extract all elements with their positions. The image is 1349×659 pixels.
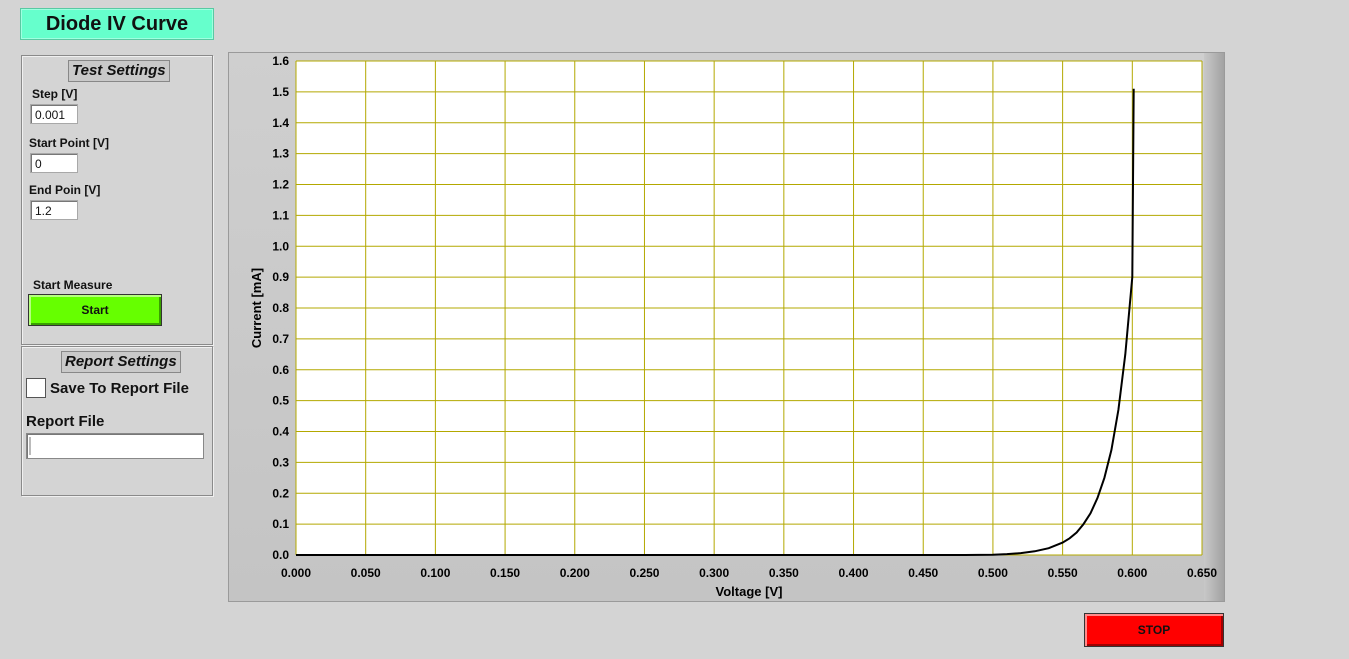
y-tick-label: 0.5 <box>272 394 289 408</box>
y-tick-label: 0.2 <box>272 486 289 500</box>
x-tick-label: 0.150 <box>490 566 520 580</box>
x-axis-label: Voltage [V] <box>716 584 783 599</box>
x-tick-label: 0.000 <box>281 566 311 580</box>
y-tick-label: 0.7 <box>272 332 289 346</box>
y-tick-label: 0.9 <box>272 270 289 284</box>
y-tick-label: 1.6 <box>272 54 289 68</box>
y-tick-label: 1.2 <box>272 178 289 192</box>
y-tick-label: 0.1 <box>272 517 289 531</box>
y-tick-label: 1.4 <box>272 116 289 130</box>
y-tick-label: 0.3 <box>272 455 289 469</box>
y-axis-label: Current [mA] <box>249 268 264 348</box>
x-tick-label: 0.500 <box>978 566 1008 580</box>
iv-curve-chart: 0.000 0.050 0.100 0.150 0.200 0.250 0.300 0.350… <box>249 54 1217 599</box>
x-tick-label: 0.100 <box>420 566 450 580</box>
y-axis: 0.0 0.1 0.2 0.3 0.4 0.5 0.6 0.7 0.8 0.9 1.0 1.1 1.2 1… <box>272 54 289 562</box>
x-tick-label: 0.600 <box>1117 566 1147 580</box>
x-tick-label: 0.550 <box>1048 566 1078 580</box>
x-tick-label: 0.450 <box>908 566 938 580</box>
y-tick-label: 1.3 <box>272 147 289 161</box>
y-tick-label: 1.5 <box>272 85 289 99</box>
x-tick-label: 0.650 <box>1187 566 1217 580</box>
y-tick-label: 0.6 <box>272 363 289 377</box>
x-tick-label: 0.200 <box>560 566 590 580</box>
x-tick-label: 0.400 <box>839 566 869 580</box>
y-tick-label: 1.0 <box>272 239 289 253</box>
y-tick-label: 0.8 <box>272 301 289 315</box>
x-tick-label: 0.350 <box>769 566 799 580</box>
stop-button[interactable]: STOP <box>1084 613 1224 647</box>
x-tick-label: 0.300 <box>699 566 729 580</box>
y-tick-label: 0.0 <box>272 548 289 562</box>
x-tick-label: 0.250 <box>629 566 659 580</box>
y-tick-label: 1.1 <box>272 208 289 222</box>
x-tick-label: 0.050 <box>351 566 381 580</box>
x-axis: 0.000 0.050 0.100 0.150 0.200 0.250 0.300 0.350… <box>281 566 1217 580</box>
y-tick-label: 0.4 <box>272 425 289 439</box>
